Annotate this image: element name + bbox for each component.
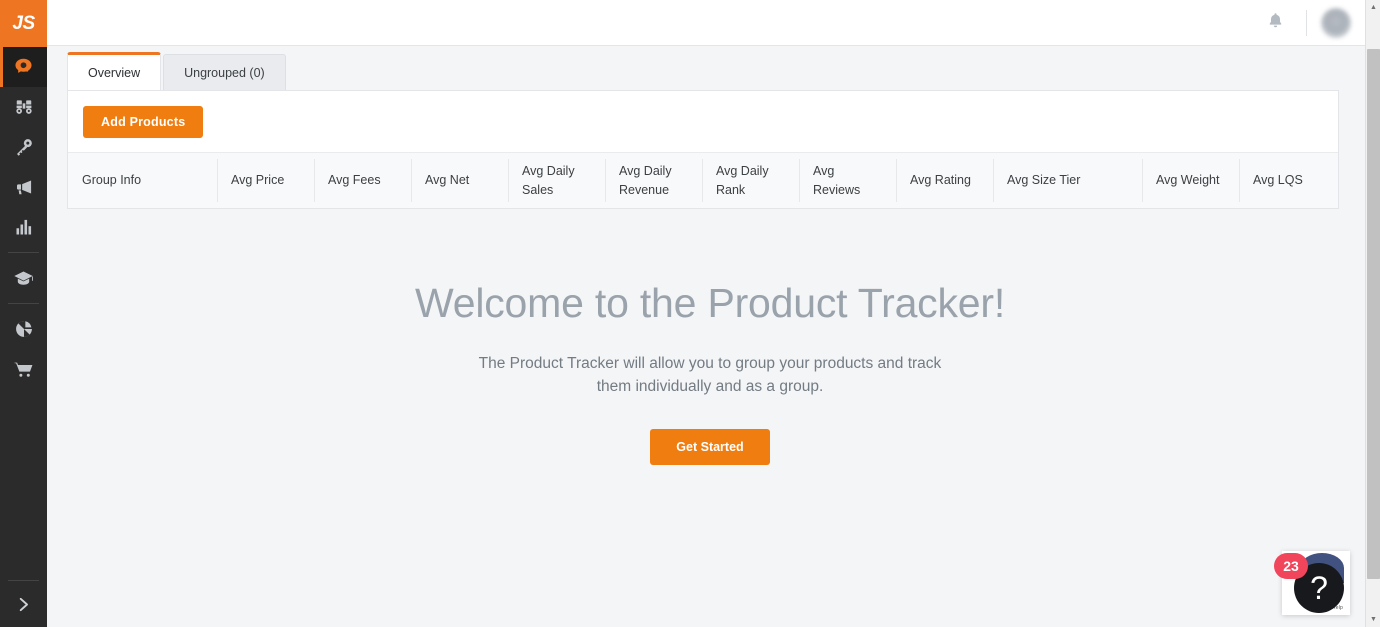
column-label: Avg Daily Revenue <box>619 163 672 197</box>
column-header-avg-daily-rank[interactable]: Avg Daily Rank <box>702 153 799 208</box>
brand-logo[interactable]: JS <box>0 0 47 47</box>
column-header-avg-price[interactable]: Avg Price <box>217 153 314 208</box>
sidebar-footer <box>0 580 47 627</box>
bell-icon <box>1266 11 1285 35</box>
sidebar: JS <box>0 0 47 627</box>
column-label: Avg Weight <box>1156 173 1220 188</box>
sidebar-divider-3 <box>8 580 39 581</box>
binoculars-icon <box>14 97 34 117</box>
column-label: Avg Rating <box>910 173 971 188</box>
column-label: Avg Daily Rank <box>716 163 769 197</box>
sidebar-item-academy[interactable] <box>0 258 47 298</box>
tracker-panel: Add Products Group Info Avg Price Avg Fe… <box>67 90 1339 209</box>
scroll-up-arrow[interactable]: ▲ <box>1366 0 1380 15</box>
graduation-cap-icon <box>13 268 34 289</box>
column-header-group-info[interactable]: Group Info <box>68 153 217 208</box>
notifications-button[interactable] <box>1258 6 1292 40</box>
column-header-avg-reviews[interactable]: Avg Reviews <box>799 153 896 208</box>
welcome-title: Welcome to the Product Tracker! <box>414 280 1006 326</box>
panel-toolbar: Add Products <box>68 91 1338 153</box>
top-bar <box>47 0 1373 46</box>
scrollbar-thumb[interactable] <box>1367 49 1380 579</box>
sidebar-item-market-insights[interactable] <box>0 309 47 349</box>
column-header-avg-lqs[interactable]: Avg LQS <box>1239 153 1335 208</box>
welcome-cta-wrapper: Get Started <box>47 428 1373 465</box>
table-header-row: Group Info Avg Price Avg Fees Avg Net Av… <box>68 153 1338 208</box>
sidebar-divider-1 <box>8 252 39 253</box>
column-label: Avg Fees <box>328 173 381 188</box>
tab-overview-label: Overview <box>88 65 141 80</box>
topbar-divider <box>1306 9 1307 36</box>
welcome-empty-state: Welcome to the Product Tracker! The Prod… <box>47 209 1373 465</box>
tab-overview[interactable]: Overview <box>67 52 162 90</box>
help-unread-badge[interactable]: 23 <box>1274 553 1308 579</box>
pie-chart-icon <box>14 319 34 339</box>
get-started-button[interactable]: Get Started <box>650 428 770 465</box>
column-label: Group Info <box>82 173 142 188</box>
column-label: Avg Net <box>425 173 470 188</box>
scroll-down-arrow[interactable]: ▼ <box>1366 612 1380 627</box>
sidebar-item-launch[interactable] <box>0 167 47 207</box>
browser-scrollbar[interactable]: ▲ ▼ <box>1365 0 1380 627</box>
column-label: Avg Daily Sales <box>522 163 575 197</box>
column-header-avg-net[interactable]: Avg Net <box>411 153 508 208</box>
app-root: JS Overview Ungrouped (0) Add Products G… <box>0 0 1380 627</box>
tab-bar: Overview Ungrouped (0) <box>47 46 1373 90</box>
main-content: Overview Ungrouped (0) Add Products Grou… <box>47 46 1373 627</box>
tab-ungrouped-label: Ungrouped (0) <box>184 65 265 80</box>
sidebar-divider-2 <box>8 303 39 304</box>
sidebar-item-products[interactable] <box>0 349 47 389</box>
bar-chart-icon <box>14 217 34 237</box>
column-label: Avg Reviews <box>813 163 861 197</box>
key-icon <box>14 137 34 157</box>
sidebar-item-keyword-scout[interactable] <box>0 127 47 167</box>
column-header-avg-rating[interactable]: Avg Rating <box>896 153 993 208</box>
sidebar-item-product-database[interactable] <box>0 47 47 87</box>
chevron-right-icon <box>15 596 32 618</box>
column-header-avg-weight[interactable]: Avg Weight <box>1142 153 1239 208</box>
search-bubble-icon <box>13 57 34 78</box>
avatar[interactable] <box>1321 7 1351 38</box>
column-header-avg-size-tier[interactable]: Avg Size Tier <box>993 153 1142 208</box>
column-label: Avg LQS <box>1253 173 1303 188</box>
add-products-button[interactable]: Add Products <box>83 105 204 138</box>
sidebar-nav <box>0 47 47 389</box>
column-header-avg-daily-sales[interactable]: Avg Daily Sales <box>508 153 605 208</box>
column-header-avg-fees[interactable]: Avg Fees <box>314 153 411 208</box>
brand-logo-text: JS <box>12 12 35 34</box>
tab-ungrouped[interactable]: Ungrouped (0) <box>163 54 286 90</box>
help-widget: Help 23 ? <box>1274 545 1350 617</box>
sidebar-item-analytics[interactable] <box>0 207 47 247</box>
shopping-cart-icon <box>13 359 34 380</box>
column-label: Avg Price <box>231 173 285 188</box>
column-label: Avg Size Tier <box>1007 173 1081 188</box>
megaphone-icon <box>14 177 34 197</box>
sidebar-expand-button[interactable] <box>0 587 47 627</box>
welcome-subtitle: The Product Tracker will allow you to gr… <box>478 355 942 396</box>
column-header-avg-daily-revenue[interactable]: Avg Daily Revenue <box>605 153 702 208</box>
sidebar-item-opportunity-finder[interactable] <box>0 87 47 127</box>
question-mark-icon: ? <box>1310 570 1328 606</box>
